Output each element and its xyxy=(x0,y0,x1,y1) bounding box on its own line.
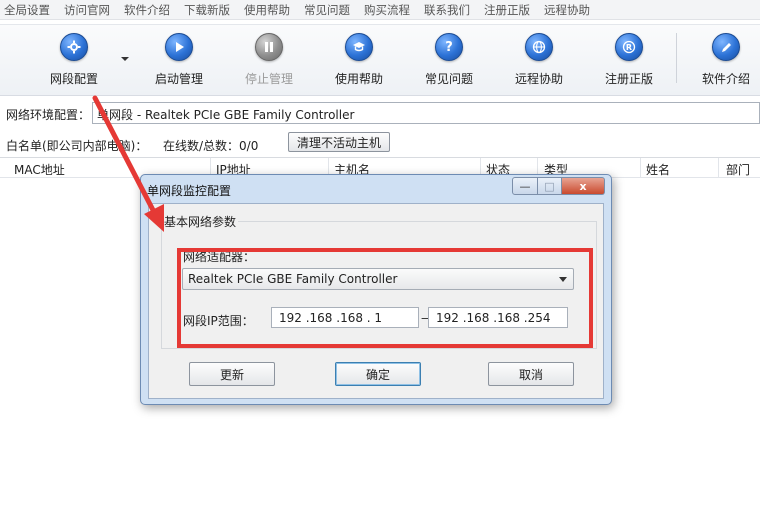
menu-contact[interactable]: 联系我们 xyxy=(424,2,470,18)
software-intro-button[interactable]: 软件介绍 xyxy=(686,33,760,87)
maximize-button[interactable]: □ xyxy=(538,177,562,195)
window-controls: — □ x xyxy=(512,177,605,195)
app-window: 全局设置 访问官网 软件介绍 下载新版 使用帮助 常见问题 购买流程 联系我们 … xyxy=(0,0,760,506)
refresh-button[interactable]: 更新 xyxy=(189,362,275,386)
register-label: 注册正版 xyxy=(604,72,653,86)
gear-icon xyxy=(60,33,88,61)
dialog-title: 单网段监控配置 xyxy=(147,184,232,198)
network-config-label: 网段配置 xyxy=(49,72,98,86)
menu-register[interactable]: 注册正版 xyxy=(484,2,530,18)
column-separator xyxy=(718,158,719,178)
online-count: 在线数/总数：0/0 xyxy=(163,139,259,153)
remote-assist-label: 远程协助 xyxy=(514,72,563,86)
menu-bar: 全局设置 访问官网 软件介绍 下载新版 使用帮助 常见问题 购买流程 联系我们 … xyxy=(0,0,760,20)
menu-download-new[interactable]: 下载新版 xyxy=(184,2,230,18)
annotation-highlight-box xyxy=(177,248,593,348)
network-env-row: 网络环境配置： 单网段 - Realtek PCIe GBE Family Co… xyxy=(0,100,760,126)
help-label: 使用帮助 xyxy=(334,72,383,86)
remote-assist-button[interactable]: 远程协助 xyxy=(499,33,579,87)
close-button[interactable]: x xyxy=(562,177,605,195)
toolbar: 网段配置 启动管理 停止管理 使用帮助 ? 常见问题 远程协助 R 注册正版 软… xyxy=(0,24,760,96)
column-department[interactable]: 部门 xyxy=(726,161,750,178)
edit-icon xyxy=(712,33,740,61)
column-name[interactable]: 姓名 xyxy=(646,161,670,178)
chevron-down-icon[interactable] xyxy=(121,57,129,61)
menu-remote-assist[interactable]: 远程协助 xyxy=(544,2,590,18)
start-manage-label: 启动管理 xyxy=(154,72,203,86)
globe-icon xyxy=(525,33,553,61)
column-separator xyxy=(640,158,641,178)
menu-purchase[interactable]: 购买流程 xyxy=(364,2,410,18)
registered-icon: R xyxy=(615,33,643,61)
graduation-cap-icon xyxy=(345,33,373,61)
clear-inactive-hosts-button[interactable]: 清理不活动主机 xyxy=(288,132,390,152)
column-mac[interactable]: MAC地址 xyxy=(14,161,65,178)
cancel-button[interactable]: 取消 xyxy=(488,362,574,386)
network-env-select[interactable]: 单网段 - Realtek PCIe GBE Family Controller xyxy=(92,102,760,124)
ok-button[interactable]: 确定 xyxy=(335,362,421,386)
dialog-body: 基本网络参数 网络适配器： Realtek PCIe GBE Family Co… xyxy=(148,203,604,399)
play-icon xyxy=(165,33,193,61)
whitelist-label: 白名单(即公司内部电脑)： xyxy=(6,139,148,153)
pause-icon xyxy=(255,33,283,61)
menu-global-settings[interactable]: 全局设置 xyxy=(4,2,50,18)
question-icon: ? xyxy=(435,33,463,61)
svg-text:R: R xyxy=(626,43,632,52)
help-button[interactable]: 使用帮助 xyxy=(319,33,399,87)
menu-official-site[interactable]: 访问官网 xyxy=(64,2,110,18)
toolbar-separator xyxy=(676,33,677,83)
menu-faq[interactable]: 常见问题 xyxy=(304,2,350,18)
stop-manage-button[interactable]: 停止管理 xyxy=(229,33,309,87)
single-segment-config-dialog: 单网段监控配置 — □ x 基本网络参数 网络适配器： Realtek PCIe… xyxy=(140,174,612,405)
faq-label: 常见问题 xyxy=(424,72,473,86)
network-env-label: 网络环境配置： xyxy=(6,108,91,122)
start-manage-button[interactable]: 启动管理 xyxy=(139,33,219,87)
network-config-button[interactable]: 网段配置 xyxy=(34,33,114,87)
software-intro-label: 软件介绍 xyxy=(701,72,750,86)
menu-help[interactable]: 使用帮助 xyxy=(244,2,290,18)
group-title: 基本网络参数 xyxy=(162,213,239,230)
stop-manage-label: 停止管理 xyxy=(244,72,293,86)
menu-software-intro[interactable]: 软件介绍 xyxy=(124,2,170,18)
register-button[interactable]: R 注册正版 xyxy=(589,33,669,87)
whitelist-row: 白名单(即公司内部电脑)： 在线数/总数：0/0 清理不活动主机 xyxy=(0,131,760,155)
faq-button[interactable]: ? 常见问题 xyxy=(409,33,489,87)
minimize-button[interactable]: — xyxy=(512,177,538,195)
